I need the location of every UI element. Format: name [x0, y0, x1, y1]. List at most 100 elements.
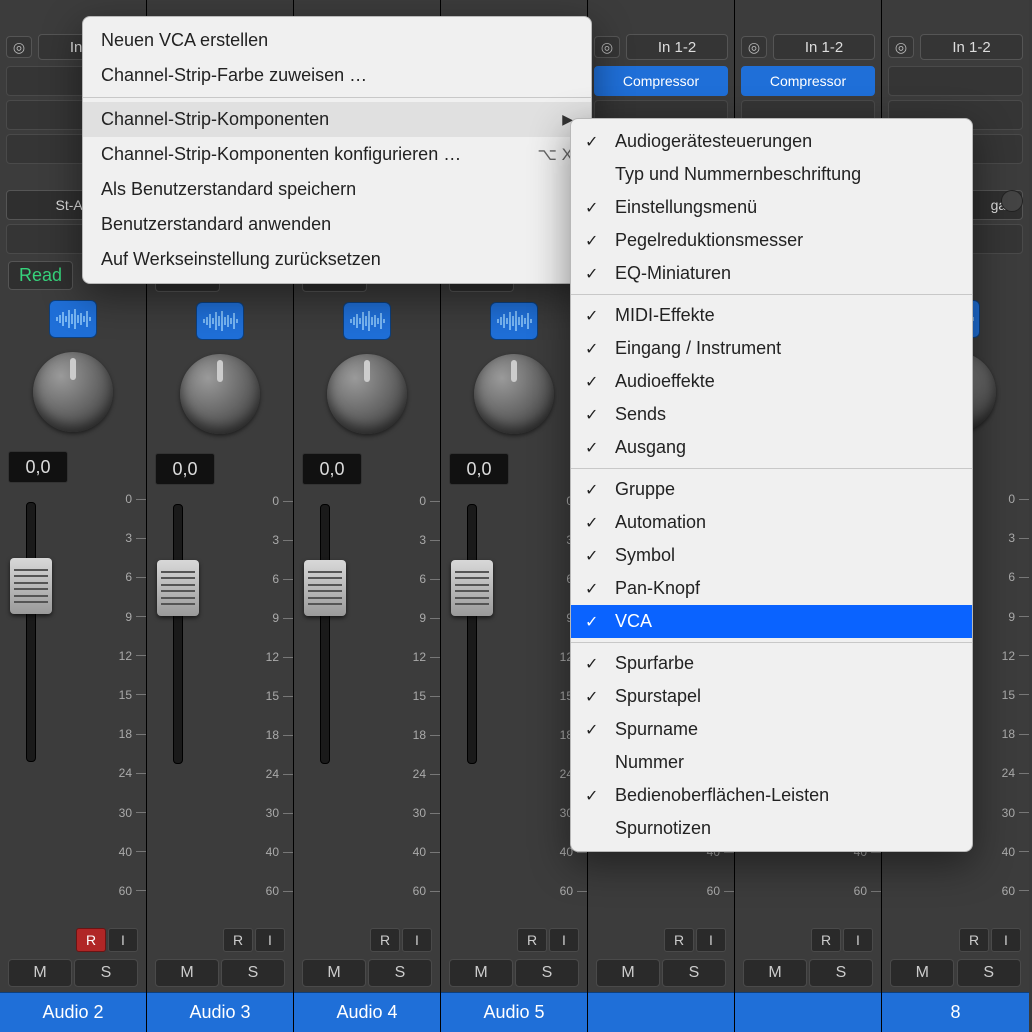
menu-item[interactable]: Channel-Strip-Komponenten konfigurieren … [83, 137, 591, 172]
submenu-item-label: Pan-Knopf [615, 578, 700, 599]
track-name[interactable]: 8 [882, 992, 1029, 1032]
mute-button[interactable]: M [596, 959, 660, 987]
mute-button[interactable]: M [743, 959, 807, 987]
stereo-icon[interactable]: ◎ [888, 36, 914, 58]
record-enable-button[interactable]: R [811, 928, 841, 952]
audio-fx-slot[interactable]: Compressor [594, 66, 728, 96]
solo-button[interactable]: S [662, 959, 726, 987]
record-enable-button[interactable]: R [664, 928, 694, 952]
submenu-item[interactable]: ✓Sends [571, 398, 972, 431]
fader-tick: 0 [969, 492, 1029, 506]
submenu-item[interactable]: ✓Automation [571, 506, 972, 539]
track-name[interactable] [588, 992, 734, 1032]
submenu-item[interactable]: ✓Pan-Knopf [571, 572, 972, 605]
track-name[interactable]: Audio 2 [0, 992, 146, 1032]
mute-button[interactable]: M [449, 959, 513, 987]
fader-tick: 15 [380, 689, 440, 703]
submenu-item[interactable]: ✓Pegelreduktionsmesser [571, 224, 972, 257]
solo-button[interactable]: S [221, 959, 285, 987]
submenu-item[interactable]: ✓Eingang / Instrument [571, 332, 972, 365]
record-enable-button[interactable]: R [959, 928, 989, 952]
menu-item[interactable]: Neuen VCA erstellen [83, 23, 591, 58]
input-monitor-button[interactable]: I [843, 928, 873, 952]
pan-knob[interactable] [327, 354, 407, 434]
record-enable-button[interactable]: R [76, 928, 106, 952]
fader-tick: 0 [380, 494, 440, 508]
input-monitor-button[interactable]: I [402, 928, 432, 952]
fader-track[interactable] [26, 502, 36, 762]
fader-cap[interactable] [157, 560, 199, 616]
record-enable-button[interactable]: R [223, 928, 253, 952]
stereo-icon[interactable]: ◎ [6, 36, 32, 58]
submenu-item-label: Pegelreduktionsmesser [615, 230, 803, 251]
mute-button[interactable]: M [8, 959, 72, 987]
pan-knob[interactable] [474, 354, 554, 434]
audio-fx-slot[interactable]: Compressor [741, 66, 875, 96]
submenu-item[interactable]: ✓Spurstapel [571, 680, 972, 713]
audio-fx-slot[interactable] [888, 66, 1023, 96]
submenu-item[interactable]: ✓Bedienoberflächen-Leisten [571, 779, 972, 812]
submenu-item[interactable]: ✓VCA [571, 605, 972, 638]
submenu-channel-strip-components[interactable]: ✓AudiogerätesteuerungenTyp und Nummernbe… [570, 118, 973, 852]
input-monitor-button[interactable]: I [549, 928, 579, 952]
input-monitor-button[interactable]: I [991, 928, 1021, 952]
submenu-item[interactable]: Typ und Nummernbeschriftung [571, 158, 972, 191]
input-routing-button[interactable]: In 1-2 [920, 34, 1023, 60]
solo-button[interactable]: S [809, 959, 873, 987]
submenu-item[interactable]: ✓Symbol [571, 539, 972, 572]
mute-button[interactable]: M [302, 959, 366, 987]
automation-mode-button[interactable]: Read [8, 261, 73, 290]
submenu-item[interactable]: ✓Gruppe [571, 473, 972, 506]
input-routing-button[interactable]: In 1-2 [626, 34, 728, 60]
track-icon[interactable] [196, 302, 244, 340]
submenu-item[interactable]: ✓Spurname [571, 713, 972, 746]
record-enable-button[interactable]: R [517, 928, 547, 952]
solo-button[interactable]: S [515, 959, 579, 987]
stereo-icon[interactable]: ◎ [594, 36, 620, 58]
submenu-item-label: Automation [615, 512, 706, 533]
track-name[interactable] [735, 992, 881, 1032]
submenu-item[interactable]: Spurnotizen [571, 812, 972, 845]
track-icon[interactable] [343, 302, 391, 340]
fader-tick: 9 [969, 610, 1029, 624]
input-monitor-button[interactable]: I [696, 928, 726, 952]
menu-item[interactable]: Channel-Strip-Farbe zuweisen … [83, 58, 591, 93]
menu-item[interactable]: Als Benutzerstandard speichern [83, 172, 591, 207]
menu-item[interactable]: Auf Werkseinstellung zurücksetzen [83, 242, 591, 277]
submenu-item[interactable]: ✓Audioeffekte [571, 365, 972, 398]
track-name[interactable]: Audio 4 [294, 992, 440, 1032]
menu-item[interactable]: Benutzerstandard anwenden [83, 207, 591, 242]
submenu-item[interactable]: ✓Audiogerätesteuerungen [571, 125, 972, 158]
track-name[interactable]: Audio 5 [441, 992, 587, 1032]
menu-item[interactable]: Channel-Strip-Komponenten▶ [83, 102, 591, 137]
pan-knob[interactable] [33, 352, 113, 432]
track-icon[interactable] [490, 302, 538, 340]
solo-button[interactable]: S [74, 959, 138, 987]
submenu-item[interactable]: ✓EQ-Miniaturen [571, 257, 972, 290]
solo-button[interactable]: S [957, 959, 1021, 987]
submenu-item[interactable]: ✓Einstellungsmenü [571, 191, 972, 224]
submenu-item[interactable]: ✓Ausgang [571, 431, 972, 464]
input-routing-button[interactable]: In 1-2 [773, 34, 875, 60]
meter-clip-indicator[interactable] [1001, 190, 1023, 212]
submenu-item[interactable]: ✓Spurfarbe [571, 647, 972, 680]
submenu-item[interactable]: ✓MIDI-Effekte [571, 299, 972, 332]
mute-button[interactable]: M [890, 959, 954, 987]
context-menu-channel-strip[interactable]: Neuen VCA erstellenChannel-Strip-Farbe z… [82, 16, 592, 284]
fader-cap[interactable] [451, 560, 493, 616]
track-name[interactable]: Audio 3 [147, 992, 293, 1032]
fader-cap[interactable] [10, 558, 52, 614]
submenu-item[interactable]: Nummer [571, 746, 972, 779]
fader-track[interactable] [467, 504, 477, 764]
solo-button[interactable]: S [368, 959, 432, 987]
record-enable-button[interactable]: R [370, 928, 400, 952]
track-icon[interactable] [49, 300, 97, 338]
fader-track[interactable] [173, 504, 183, 764]
stereo-icon[interactable]: ◎ [741, 36, 767, 58]
pan-knob[interactable] [180, 354, 260, 434]
fader-track[interactable] [320, 504, 330, 764]
input-monitor-button[interactable]: I [108, 928, 138, 952]
fader-cap[interactable] [304, 560, 346, 616]
input-monitor-button[interactable]: I [255, 928, 285, 952]
mute-button[interactable]: M [155, 959, 219, 987]
